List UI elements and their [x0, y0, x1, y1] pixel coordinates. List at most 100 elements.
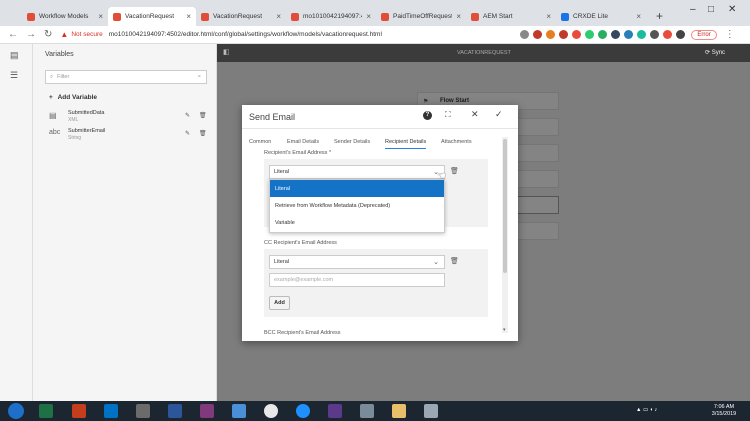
tab-attachments[interactable]: Attachments	[441, 139, 472, 145]
list-icon[interactable]: ☰	[10, 70, 18, 81]
mouse-pointer-icon: ☚	[437, 171, 446, 182]
sync-button[interactable]: ⟳ Sync	[705, 49, 725, 56]
address-bar[interactable]: ▲ Not secure mo1010042194097:4502/editor…	[60, 28, 500, 42]
tab-workflow-models[interactable]: Workflow Models ×	[22, 7, 108, 26]
filter-input[interactable]: ⌕ Filter ×	[45, 70, 207, 84]
delete-icon[interactable]: 🗑	[450, 167, 459, 175]
extension-icon[interactable]	[663, 30, 673, 39]
variable-row[interactable]: abc SubmitterEmail String ✎ 🗑	[49, 128, 209, 146]
excel-icon[interactable]	[39, 404, 53, 418]
recipient-type-select[interactable]: Literal ⌄	[269, 165, 445, 179]
extension-icon[interactable]	[676, 30, 686, 39]
chrome-icon[interactable]	[264, 404, 278, 418]
side-rail: ▤ ☰	[0, 44, 33, 401]
aem-icon	[291, 12, 299, 21]
apps-grid-icon[interactable]	[232, 404, 246, 418]
tab-sender-details[interactable]: Sender Details	[334, 139, 370, 145]
extension-icon[interactable]	[559, 30, 569, 39]
send-email-dialog: Send Email ? ⛶ ✕ ✓ Common Email Details …	[242, 105, 518, 341]
extension-icon[interactable]	[546, 30, 556, 39]
close-icon[interactable]: ×	[456, 12, 461, 21]
close-icon[interactable]: ×	[98, 12, 103, 21]
app-icon[interactable]	[328, 404, 342, 418]
bcc-label: BCC Recipient's Email Address	[264, 330, 341, 336]
dropdown-option-literal[interactable]: Literal	[270, 180, 444, 197]
help-icon[interactable]: ?	[423, 111, 432, 120]
tray-icons[interactable]: ▲ ▭ ◖ ♪	[636, 407, 657, 414]
close-icon[interactable]: ×	[276, 12, 281, 21]
done-icon[interactable]: ✓	[495, 109, 503, 120]
close-icon[interactable]: ×	[186, 12, 191, 21]
cc-type-select[interactable]: Literal ⌄	[269, 255, 445, 269]
recipient-label: Recipient's Email Address *	[264, 150, 332, 156]
star-icon[interactable]	[520, 30, 530, 39]
forward-icon[interactable]: →	[26, 29, 36, 40]
powerpoint-icon[interactable]	[72, 404, 86, 418]
add-button[interactable]: Add	[269, 296, 290, 310]
variable-row[interactable]: ▤ SubmittedData XML ✎ 🗑	[49, 110, 209, 128]
ie-icon[interactable]	[296, 404, 310, 418]
extension-icon[interactable]	[650, 30, 660, 39]
tab-mo-host[interactable]: mo1010042194097:4 ×	[286, 7, 376, 26]
minimize-icon[interactable]: –	[690, 4, 696, 15]
word-icon[interactable]	[168, 404, 182, 418]
close-icon[interactable]: ✕	[471, 109, 479, 120]
tab-crxde-lite[interactable]: CRXDE Lite ×	[556, 7, 646, 26]
back-icon[interactable]: ←	[8, 29, 18, 40]
tab-email-details[interactable]: Email Details	[287, 139, 319, 145]
toggle-panel-icon[interactable]: ◧	[223, 48, 230, 56]
tab-aem-start[interactable]: AEM Start ×	[466, 7, 556, 26]
tab-vacation-request[interactable]: VacationRequest ×	[196, 7, 286, 26]
warning-icon: ▲	[60, 30, 69, 39]
close-window-icon[interactable]: ✕	[728, 4, 736, 15]
scroll-down-icon[interactable]: ▾	[503, 327, 506, 333]
recipient-type-dropdown: Literal Retrieve from Workflow Metadata …	[269, 179, 445, 233]
layers-icon[interactable]: ▤	[10, 50, 19, 61]
file-explorer-icon[interactable]	[392, 404, 406, 418]
extension-icon[interactable]	[624, 30, 634, 39]
extension-icon[interactable]	[572, 30, 582, 39]
delete-icon[interactable]: 🗑	[199, 130, 207, 137]
tab-recipient-details[interactable]: Recipient Details	[385, 139, 427, 149]
app-icon[interactable]	[360, 404, 374, 418]
start-button[interactable]	[8, 403, 24, 419]
canvas-header: ◧ VACATIONREQUEST ⟳ Sync	[217, 44, 750, 62]
tab-paid-time-off[interactable]: PaidTimeOffRequest ×	[376, 7, 466, 26]
security-label: Not secure	[71, 31, 103, 38]
error-button[interactable]: Error	[691, 29, 717, 40]
extension-icon[interactable]	[598, 30, 608, 39]
dropdown-option-variable[interactable]: Variable	[270, 214, 444, 231]
search-icon: ⌕	[50, 73, 54, 80]
extension-icon[interactable]	[585, 30, 595, 39]
edit-icon[interactable]: ✎	[185, 112, 190, 119]
delete-icon[interactable]: 🗑	[450, 257, 459, 265]
dropdown-option-metadata[interactable]: Retrieve from Workflow Metadata (Depreca…	[270, 197, 444, 214]
onenote-icon[interactable]	[200, 404, 214, 418]
extension-icon[interactable]	[637, 30, 647, 39]
scrollbar-thumb[interactable]	[503, 139, 507, 273]
clock[interactable]: 7:06 AM 3/15/2019	[700, 404, 748, 418]
new-tab-button[interactable]: +	[656, 9, 663, 23]
extension-icon[interactable]	[533, 30, 543, 39]
app-icon[interactable]	[136, 404, 150, 418]
fullscreen-icon[interactable]: ⛶	[445, 110, 451, 120]
aem-icon	[381, 12, 389, 21]
variables-panel: Variables ⌕ Filter × + Add Variable ▤ Su…	[33, 44, 217, 401]
aem-icon	[471, 12, 479, 21]
tab-common[interactable]: Common	[249, 139, 271, 145]
reload-icon[interactable]: ↻	[44, 29, 52, 40]
close-icon[interactable]: ×	[636, 12, 641, 21]
close-icon[interactable]: ×	[546, 12, 551, 21]
maximize-icon[interactable]: □	[708, 4, 714, 15]
outlook-icon[interactable]	[104, 404, 118, 418]
delete-icon[interactable]: 🗑	[199, 112, 207, 119]
app-icon[interactable]	[424, 404, 438, 418]
close-icon[interactable]: ×	[366, 12, 371, 21]
clear-icon[interactable]: ×	[198, 74, 201, 80]
tab-vacation-request-active[interactable]: VacationRequest ×	[108, 7, 196, 26]
extension-icon[interactable]	[611, 30, 621, 39]
menu-icon[interactable]: ⋮	[725, 29, 735, 40]
edit-icon[interactable]: ✎	[185, 130, 190, 137]
cc-email-input[interactable]: example@example.com	[269, 273, 445, 287]
add-variable-button[interactable]: + Add Variable	[49, 94, 97, 101]
